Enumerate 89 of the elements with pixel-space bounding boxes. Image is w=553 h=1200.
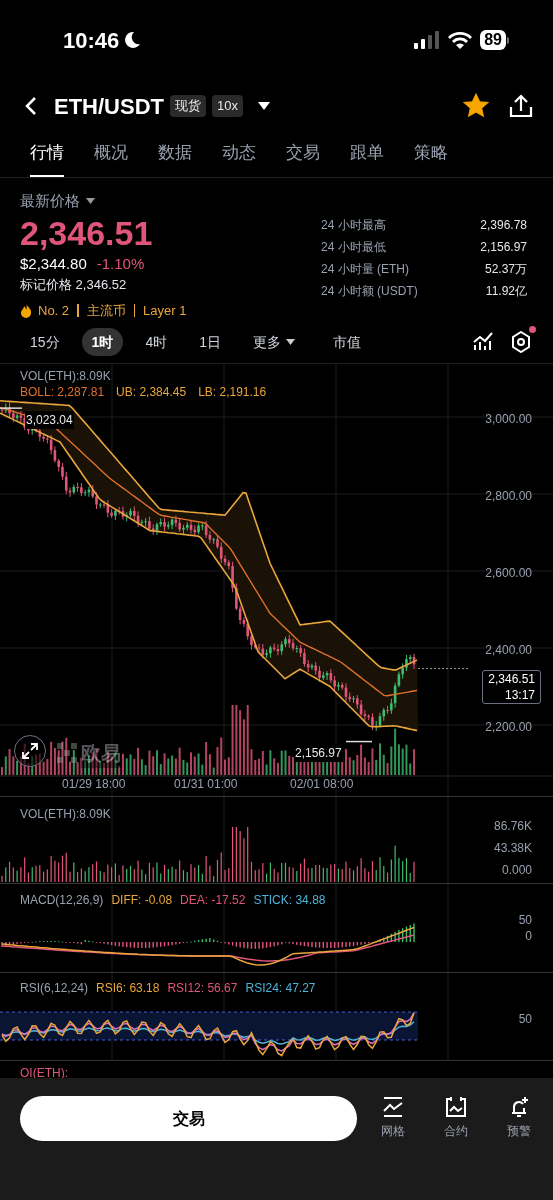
- caret-icon: [285, 339, 295, 345]
- bollinger-value: BOLL: 2,287.81: [20, 384, 105, 400]
- bollinger-value: UB: 2,384.45: [116, 384, 187, 400]
- logo-icon: [57, 743, 77, 763]
- market-tag: 10x: [212, 95, 243, 117]
- category-tag[interactable]: No. 2: [38, 300, 70, 320]
- stat-label: 24 小时最高: [321, 217, 386, 234]
- stat-value: 52.37万: [484, 261, 527, 278]
- signal-icon: [414, 31, 441, 49]
- bollinger-value: LB: 2,191.16: [198, 384, 267, 400]
- stat-label: 24 小时量 (ETH): [321, 261, 409, 278]
- toolbar-button[interactable]: 网格: [381, 1096, 405, 1140]
- interval-tab[interactable]: 1日: [189, 328, 231, 356]
- wifi-icon: [448, 31, 473, 49]
- volume-axis-label: 86.76K: [493, 819, 532, 833]
- volume-axis-label: 0.000: [501, 863, 532, 877]
- stat-value: 2,156.97: [480, 239, 527, 256]
- indicator-label: RSI(6,12,24): [20, 980, 89, 997]
- dropdown-icon[interactable]: [86, 198, 95, 205]
- last-price-tag: 2,346.51 13:17: [482, 670, 541, 704]
- back-icon[interactable]: [24, 96, 38, 116]
- high-price-marker: 3,023.04: [25, 411, 74, 429]
- tab[interactable]: 数据: [158, 130, 192, 177]
- fullscreen-button[interactable]: [14, 735, 46, 767]
- status-time: 10:46: [63, 26, 120, 55]
- price-type-label[interactable]: 最新价格: [20, 190, 80, 213]
- indicator-value: RSI12: 56.67: [167, 980, 238, 997]
- price-change: -1.10%: [96, 253, 145, 274]
- indicator-label: MACD(12,26,9): [20, 892, 104, 909]
- price-axis-label: 2,600.00: [485, 565, 532, 582]
- settings-icon[interactable]: [511, 331, 531, 353]
- macd-axis-label: 0: [525, 929, 532, 943]
- stat-label: 24 小时额 (USDT): [321, 283, 418, 300]
- indicator-value: DEA: -17.52: [180, 892, 246, 909]
- star-icon[interactable]: [463, 93, 489, 119]
- macd-axis-label: 50: [518, 913, 532, 927]
- indicator-chart-icon[interactable]: [473, 332, 493, 352]
- toolbar-button[interactable]: 合约: [444, 1096, 468, 1140]
- trade-button[interactable]: 交易: [20, 1096, 357, 1141]
- volume-label: VOL(ETH):8.09K: [20, 368, 111, 384]
- tab[interactable]: 行情: [30, 130, 64, 177]
- time-axis-label: 01/29 18:00: [62, 776, 126, 793]
- oi-label: OI(ETH):: [20, 1065, 68, 1082]
- rsi-axis-label: 50: [518, 1012, 532, 1026]
- toolbar-button[interactable]: 预警: [507, 1096, 531, 1140]
- moon-icon: [123, 31, 142, 49]
- indicator-value: RSI6: 63.18: [96, 980, 160, 997]
- volume-label: VOL(ETH):8.09K: [20, 806, 111, 823]
- interval-tab[interactable]: 15分: [20, 328, 70, 356]
- category-tag[interactable]: Layer 1: [143, 300, 187, 320]
- time-axis-label: 01/31 01:00: [174, 776, 238, 793]
- interval-tab[interactable]: 市值: [322, 328, 371, 356]
- calendar-chart-icon: [445, 1096, 467, 1118]
- indicator-value: DIFF: -0.08: [111, 892, 173, 909]
- indicator-value: RSI24: 47.27: [245, 980, 316, 997]
- indicator-value: STICK: 34.88: [253, 892, 326, 909]
- tab[interactable]: 概况: [94, 130, 128, 177]
- interval-tab[interactable]: 4时: [135, 328, 178, 356]
- battery-icon: 89: [480, 30, 509, 50]
- time-axis-label: 02/01 08:00: [290, 776, 354, 793]
- expand-icon: [22, 743, 38, 759]
- tab[interactable]: 交易: [286, 130, 320, 177]
- tab[interactable]: 跟单: [350, 130, 384, 177]
- dropdown-icon[interactable]: [256, 101, 271, 111]
- leader-line: [345, 740, 373, 743]
- stat-value: 11.92亿: [485, 283, 527, 300]
- category-tag[interactable]: 主流币: [86, 300, 126, 320]
- volume-axis-label: 43.38K: [493, 841, 532, 855]
- low-price-marker: 2,156.97: [294, 744, 343, 762]
- stat-label: 24 小时最低: [321, 239, 386, 256]
- price-axis-label: 2,200.00: [485, 719, 532, 736]
- share-icon[interactable]: [509, 94, 533, 118]
- leader-line: [0, 407, 23, 409]
- mark-price: 标记价格 2,346.52: [20, 276, 128, 294]
- tab[interactable]: 动态: [222, 130, 256, 177]
- last-price: 2,346.51: [20, 212, 154, 253]
- last-price-line: [417, 668, 471, 670]
- grid-trading-icon: [382, 1096, 404, 1118]
- price-axis-label: 2,800.00: [485, 488, 532, 505]
- price-axis-label: 3,000.00: [485, 411, 532, 428]
- flame-icon: [20, 302, 32, 318]
- price-axis-label: 2,400.00: [485, 642, 532, 659]
- market-tag: 现货: [170, 95, 206, 117]
- interval-dropdown[interactable]: 更多: [242, 328, 305, 356]
- stat-value: 2,396.78: [480, 217, 527, 234]
- interval-tab[interactable]: 1时: [81, 328, 124, 356]
- tab[interactable]: 策略: [414, 130, 448, 177]
- usd-price: $2,344.80: [20, 253, 87, 274]
- pair-title: ETH/USDT: [54, 92, 164, 121]
